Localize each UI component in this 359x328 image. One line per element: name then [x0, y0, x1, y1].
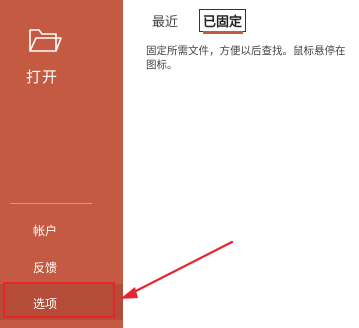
- sidebar-item-feedback-label: 反馈: [33, 261, 58, 275]
- sidebar-item-open[interactable]: 打开: [0, 10, 123, 86]
- tab-recent[interactable]: 最近: [152, 11, 178, 30]
- pinned-description: 固定所需文件，方便以后查找。鼠标悬停在 图标。: [146, 45, 346, 71]
- sidebar-item-feedback[interactable]: 反馈: [0, 252, 123, 280]
- sidebar-item-options-label: 选项: [33, 297, 58, 311]
- sidebar-item-open-label: 打开: [26, 68, 59, 86]
- sidebar-divider: [10, 203, 92, 204]
- tab-pinned[interactable]: 已固定: [199, 9, 247, 32]
- sidebar-item-account[interactable]: 帐户: [0, 215, 123, 243]
- sidebar-item-account-label: 帐户: [33, 224, 58, 238]
- sidebar-item-options[interactable]: 选项: [0, 284, 123, 320]
- backstage-sidebar: 打开 帐户 反馈 选项: [0, 0, 123, 328]
- tab-active-underline: [203, 31, 243, 34]
- backstage-view: 打开 帐户 反馈 选项 最近 已固定 固定所需文件，方便以后查找。鼠标悬停在 图…: [0, 0, 359, 328]
- folder-icon: [29, 29, 62, 52]
